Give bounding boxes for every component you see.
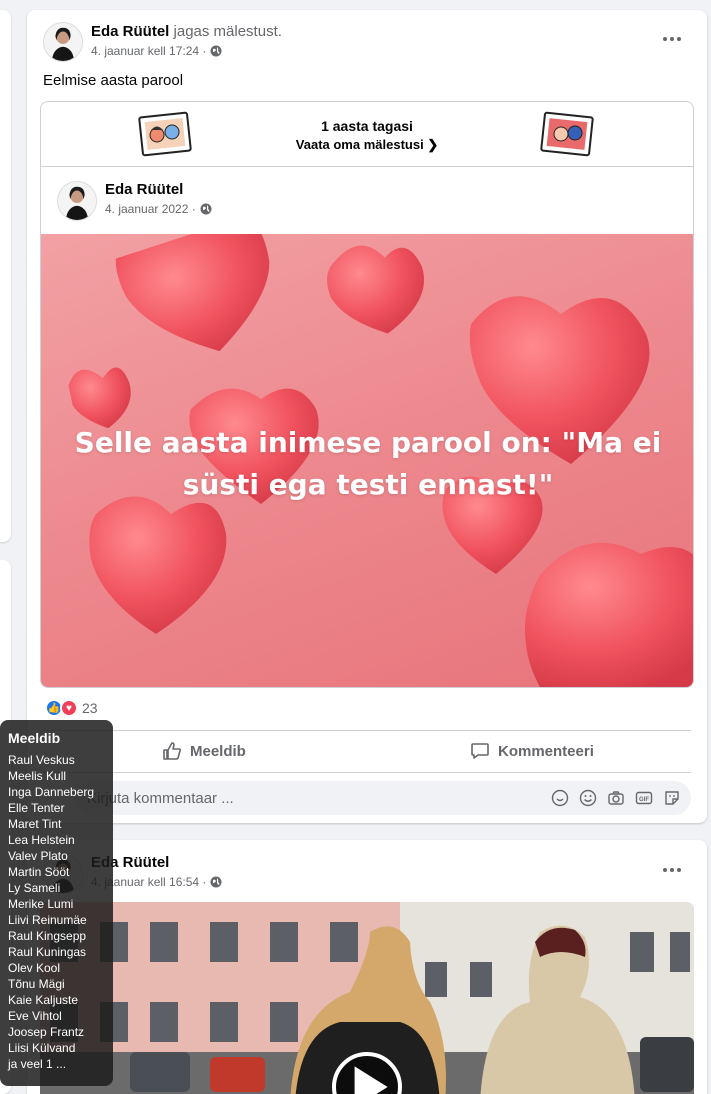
tooltip-name: Valev Plato [8,849,68,863]
memory-date[interactable]: 4. jaanuar 2022 · [105,202,212,216]
tooltip-names-list: Raul Veskus Meelis Kull Inga Danneberg Elle… [8,752,105,1072]
tooltip-name: Tõnu Mägi [8,977,65,991]
video-player[interactable] [40,902,694,1094]
post-text: Eelmise aasta parool [43,72,184,89]
globe-icon [200,203,212,215]
left-sidebar-card [0,10,11,542]
memory-author[interactable]: Eda Rüütel [105,181,183,198]
post-author[interactable]: Eda Rüütel jagas mälestust. [91,23,282,40]
comment-label: Kommenteeri [498,742,594,760]
tooltip-name: Maret Tint [8,817,62,831]
memory-card[interactable]: 1 aasta tagasi Vaata oma mälestusi ❯ Eda… [40,101,694,688]
post-timestamp[interactable]: 4. jaanuar kell 17:24 · [91,44,222,58]
tooltip-title: Meeldib [8,730,61,746]
tooltip-name: ja veel 1 ... [8,1057,67,1071]
likes-tooltip: Meeldib Raul Veskus Meelis Kull Inga Danne… [0,720,113,1086]
tooltip-name: Liivi Reinumäe [8,913,87,927]
tooltip-name: Raul Kuningas [8,945,87,959]
avatar[interactable] [43,22,83,62]
avatar-sticker-icon[interactable] [551,789,569,807]
tooltip-name: Kaie Kaljuste [8,993,79,1007]
chevron-right-icon: ❯ [427,137,439,152]
tooltip-name: Ly Sameli [8,881,61,895]
post-verb: jagas mälestust. [173,23,282,40]
divider [43,730,691,731]
tooltip-name: Raul Kingsepp [8,929,87,943]
emoji-icon[interactable] [579,789,597,807]
tooltip-name: Eve Vihtol [8,1009,62,1023]
tooltip-name: Merike Lumi [8,897,74,911]
globe-icon [210,876,222,888]
reactions-summary[interactable]: 👍 ♥ 23 [45,699,98,717]
love-reaction-icon: ♥ [60,699,78,717]
like-icon [163,742,182,760]
memory-header[interactable]: 1 aasta tagasi Vaata oma mälestusi ❯ [41,102,693,167]
tooltip-name: Inga Danneberg [8,785,95,799]
comment-icon [471,743,489,759]
memory-title: 1 aasta tagasi [321,118,413,134]
sticker-icon[interactable] [663,789,681,807]
like-button[interactable]: Meeldib [162,738,246,764]
tooltip-name: Raul Veskus [8,753,75,767]
memory-avatar[interactable] [57,181,97,221]
reaction-count[interactable]: 23 [82,700,98,716]
tooltip-name: Meelis Kull [8,769,67,783]
divider [43,772,691,773]
tooltip-name: Elle Tenter [8,801,65,815]
comment-button[interactable]: Kommenteeri [470,738,594,764]
tooltip-name: Martin Sööt [8,865,70,879]
post-card-memory: Eda Rüütel jagas mälestust. 4. jaanuar k… [27,10,707,823]
svg-text:GIF: GIF [639,797,649,803]
camera-icon[interactable] [607,789,625,807]
tooltip-name: Lea Helstein [8,833,75,847]
more-options-icon[interactable] [657,29,687,49]
memory-image-text: Selle aasta inimese parool on: "Ma ei sü… [74,426,662,501]
more-options-icon[interactable] [657,860,687,880]
memory-illustration-right [539,111,595,157]
memory-link[interactable]: Vaata oma mälestusi ❯ [41,137,693,153]
play-icon[interactable] [332,1052,402,1094]
tooltip-name: Olev Kool [8,961,61,975]
globe-icon [210,45,222,57]
post-card-video: Eda Rüütel 4. jaanuar kell 16:54 · [27,840,707,1094]
tooltip-name: Joosep Frantz [8,1025,85,1039]
memory-image[interactable]: Selle aasta inimese parool on: "Ma ei sü… [41,234,693,687]
comment-input[interactable]: Kirjuta kommentaar ... GIF [75,781,691,815]
like-label: Meeldib [190,742,246,760]
timestamp-text[interactable]: 4. jaanuar kell 17:24 · [91,44,206,58]
gif-icon[interactable]: GIF [635,789,653,807]
tooltip-name: Liisi Külvand [8,1041,76,1055]
author-name[interactable]: Eda Rüütel [91,23,169,40]
